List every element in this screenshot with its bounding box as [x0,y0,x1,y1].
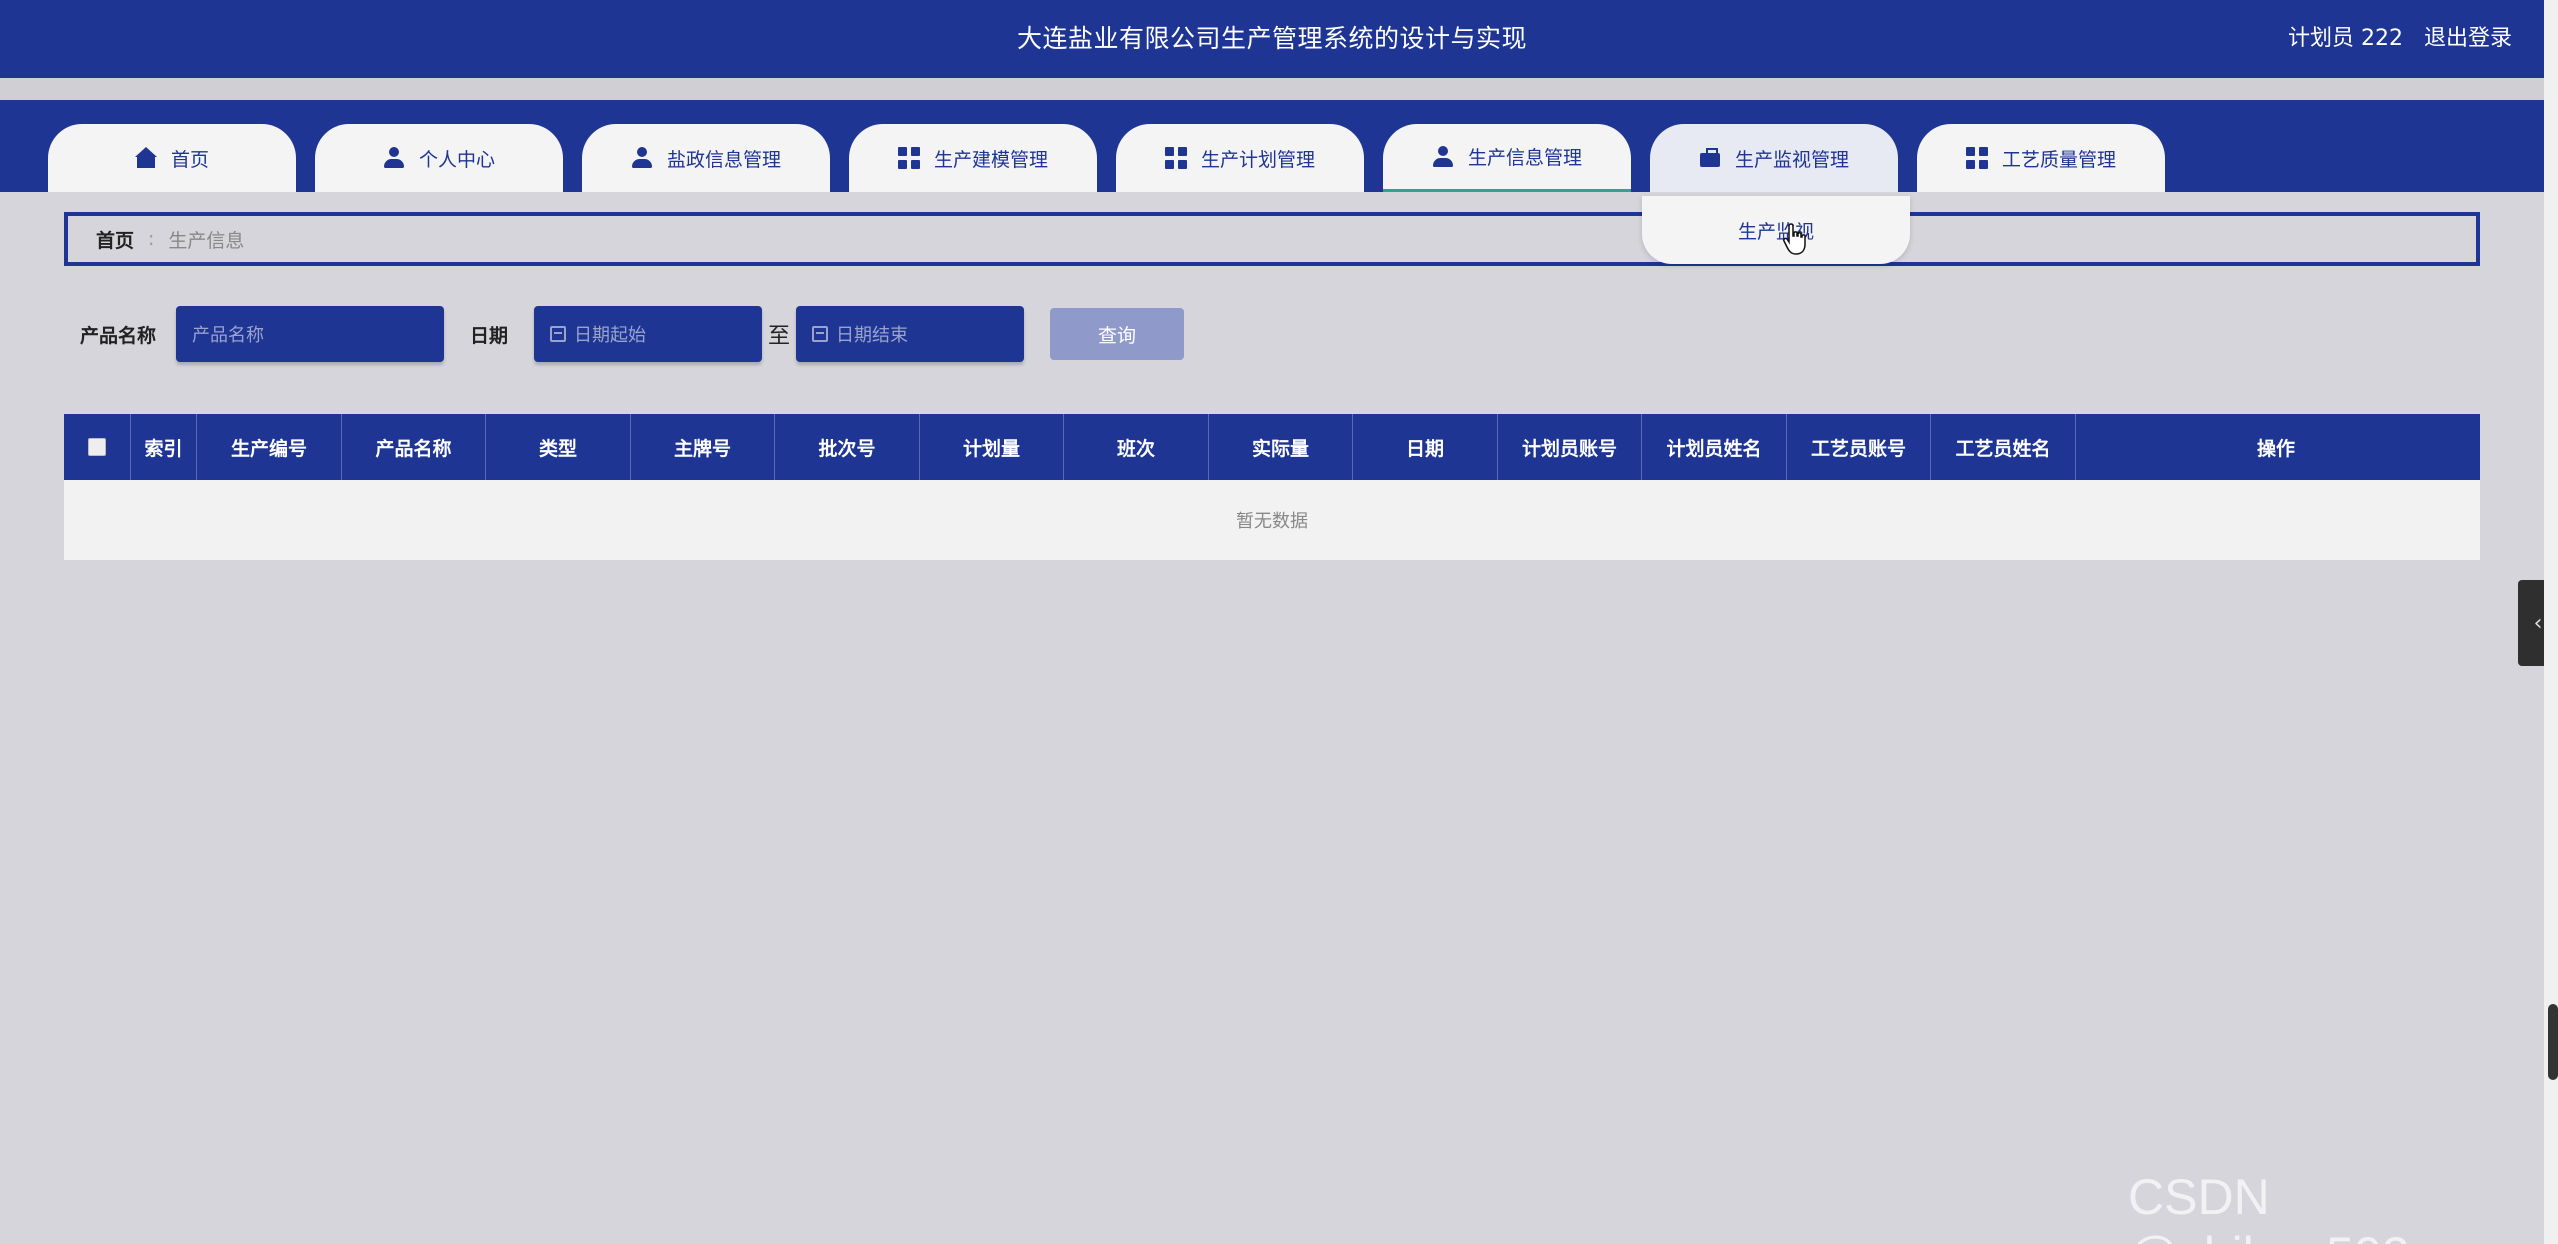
date-end-placeholder: 日期结束 [836,325,909,346]
tab-label: 生产建模管理 [933,148,1048,171]
date-start-input[interactable]: 日期起始 [534,306,763,362]
tab-process-quality[interactable]: 工艺质量管理 [1917,124,2165,192]
tab-salt-info[interactable]: 盐政信息管理 [582,124,830,192]
grid-icon [1965,147,1988,169]
grid-icon [1164,147,1187,169]
column-header[interactable]: 类型 [486,414,631,480]
date-label: 日期 [470,324,509,347]
main-nav: 首页 个人中心 盐政信息管理 生产建模管理 生产计划管理 生产信息管理 生产监视… [0,100,2544,192]
breadcrumb: 首页 : 生产信息 [64,212,2480,266]
hand-cursor-icon [1783,223,1806,255]
home-icon [134,147,157,169]
product-name-input[interactable]: 产品名称 [176,306,445,362]
product-name-placeholder: 产品名称 [192,325,265,346]
date-range-separator: 至 [768,324,791,349]
tab-production-modeling[interactable]: 生产建模管理 [849,124,1097,192]
column-header[interactable]: 日期 [1353,414,1498,480]
app-title: 大连盐业有限公司生产管理系统的设计与实现 [1016,24,1527,53]
breadcrumb-home[interactable]: 首页 [96,226,134,253]
tab-home[interactable]: 首页 [48,124,296,192]
top-header: 大连盐业有限公司生产管理系统的设计与实现 计划员 222 退出登录 [0,0,2544,78]
search-bar: 产品名称 产品名称 日期 日期起始 至 日期结束 查询 [80,306,1185,362]
select-all-cell [64,414,131,480]
tab-label: 首页 [170,148,209,171]
calendar-icon [550,326,567,342]
column-header[interactable]: 批次号 [775,414,920,480]
column-header[interactable]: 索引 [131,414,197,480]
tab-label: 生产计划管理 [1200,148,1315,171]
column-header[interactable]: 实际量 [1209,414,1353,480]
scrollbar-thumb[interactable] [2548,1004,2558,1080]
user-area: 计划员 222 退出登录 [2274,0,2512,78]
monitor-dropdown: 生产监视 [1642,196,1910,264]
tab-label: 生产监视管理 [1734,148,1849,171]
tab-production-info[interactable]: 生产信息管理 [1383,124,1631,192]
query-button[interactable]: 查询 [1050,308,1185,360]
current-user: 计划员 222 [2287,26,2403,51]
user-desk-icon [631,147,653,169]
grid-icon [897,147,920,169]
user-icon [1432,145,1454,168]
select-all-checkbox[interactable] [88,438,106,456]
production-table: 索引 生产编号 产品名称 类型 主牌号 批次号 计划量 班次 实际量 日期 计划… [64,414,2480,560]
column-header[interactable]: 工艺员账号 [1787,414,1931,480]
product-name-label: 产品名称 [80,324,157,347]
tab-production-monitor[interactable]: 生产监视管理 [1650,124,1898,192]
column-header[interactable]: 产品名称 [342,414,486,480]
column-header[interactable]: 计划员姓名 [1642,414,1787,480]
logout-link[interactable]: 退出登录 [2424,26,2512,51]
tab-label: 生产信息管理 [1467,147,1582,169]
watermark: CSDN @zhihao502 [2128,1169,2410,1244]
table-header: 索引 生产编号 产品名称 类型 主牌号 批次号 计划量 班次 实际量 日期 计划… [64,414,2480,480]
column-header[interactable]: 主牌号 [631,414,775,480]
column-header[interactable]: 生产编号 [197,414,342,480]
user-icon [383,147,405,169]
tab-label: 个人中心 [418,148,495,171]
tab-production-plan[interactable]: 生产计划管理 [1116,124,1364,192]
tab-label: 工艺质量管理 [2001,148,2116,171]
column-header: 操作 [2256,437,2295,460]
briefcase-icon [1699,147,1721,169]
empty-state: 暂无数据 [64,480,2480,560]
tab-label: 盐政信息管理 [666,148,781,171]
date-end-input[interactable]: 日期结束 [796,306,1025,362]
column-header[interactable]: 计划员账号 [1498,414,1642,480]
date-start-placeholder: 日期起始 [574,325,647,346]
breadcrumb-separator: : [148,228,155,250]
column-header[interactable]: 工艺员姓名 [1931,414,2076,480]
chevron-left-icon: ‹ [2533,610,2543,636]
calendar-icon [812,326,829,342]
tab-personal-center[interactable]: 个人中心 [315,124,563,192]
column-header[interactable]: 计划量 [920,414,1064,480]
column-header[interactable]: 班次 [1064,414,1209,480]
breadcrumb-current: 生产信息 [168,229,245,252]
header-divider [0,78,2544,100]
